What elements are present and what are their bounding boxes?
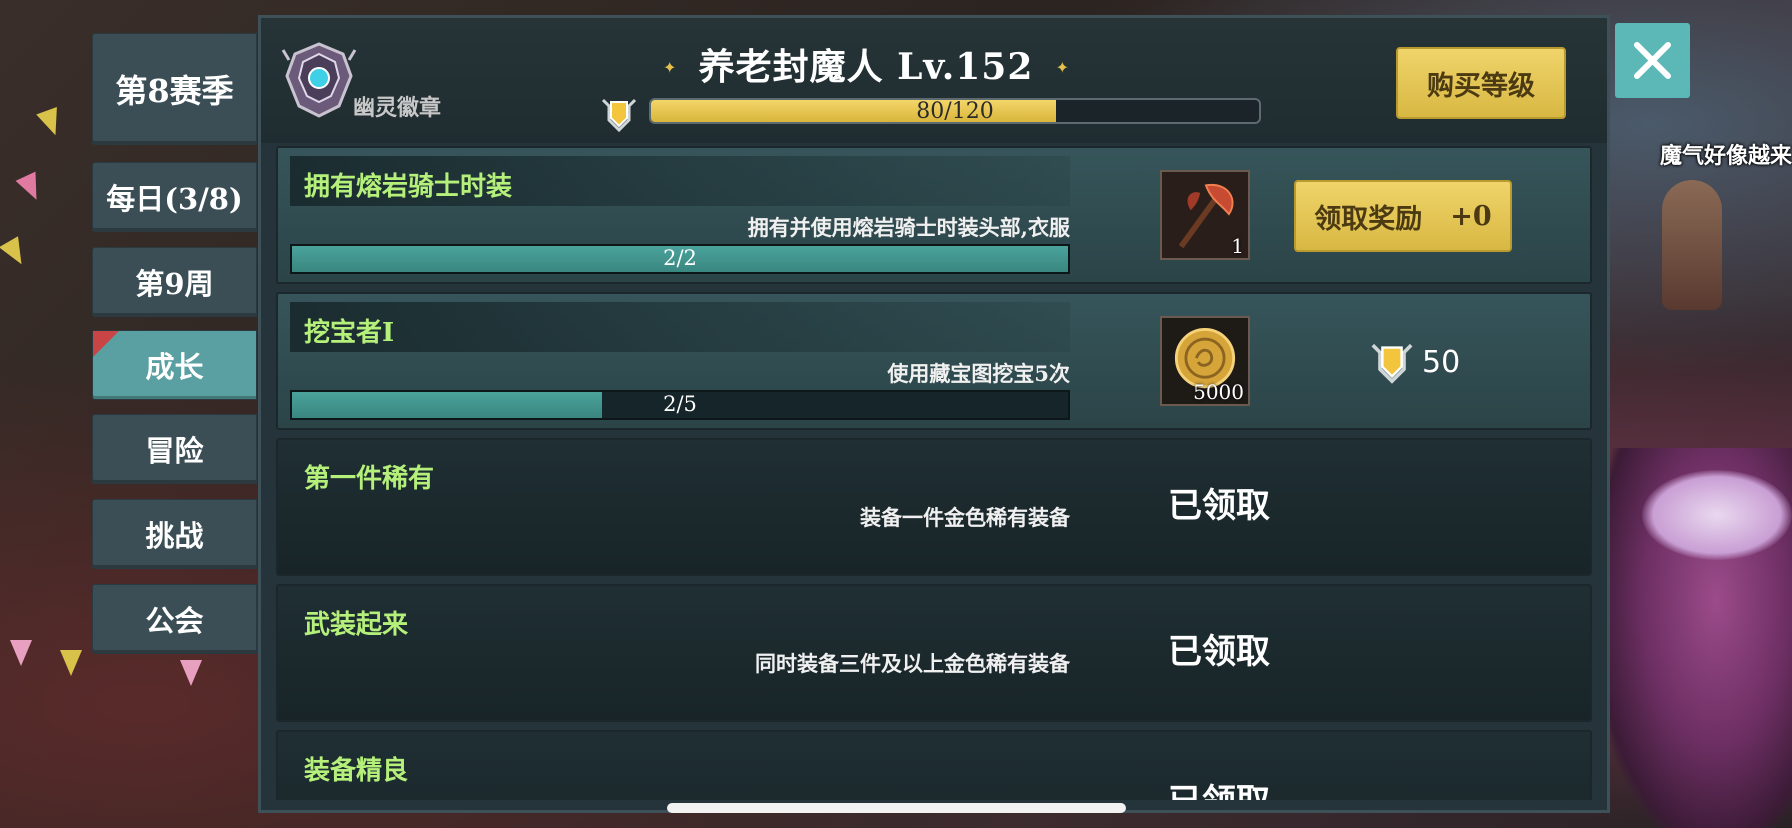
level-progress-bar: 80/120 bbox=[649, 98, 1261, 124]
claimed-status: 已领取 bbox=[1168, 486, 1270, 526]
quest-row: 拥有熔岩骑士时装 拥有并使用熔岩骑士时装头部,衣服 2/2 1 领取奖励 +0 bbox=[276, 146, 1592, 284]
quest-description: 同时装备三件及以上金色稀有装备 bbox=[755, 651, 1070, 676]
tab-label: 挑战 bbox=[145, 519, 204, 553]
quest-name: 拥有熔岩骑士时装 bbox=[304, 172, 513, 202]
quest-progress-bar: 2/5 bbox=[290, 390, 1070, 420]
quest-description: 拥有并使用熔岩骑士时装头部,衣服 bbox=[747, 215, 1070, 240]
ghost-badge-icon bbox=[281, 42, 357, 118]
tab-label: 每日(3/8) bbox=[106, 182, 243, 216]
quest-description: 使用藏宝图挖宝5次 bbox=[887, 361, 1070, 386]
season-point-reward: 50 bbox=[1368, 338, 1460, 386]
claimed-status: 已领取 bbox=[1168, 774, 1270, 800]
level-progress-text: 80/120 bbox=[916, 99, 994, 124]
quest-name: 武装起来 bbox=[304, 610, 409, 640]
sparkle-icon: ✦ bbox=[1055, 58, 1069, 77]
quest-description: 装备一件金色稀有装备 bbox=[860, 505, 1070, 530]
quest-name-strip bbox=[290, 302, 1070, 352]
claim-label: 领取奖励 bbox=[1314, 203, 1423, 235]
home-indicator[interactable] bbox=[667, 803, 1126, 813]
shield-level-icon bbox=[601, 98, 637, 133]
claimed-status: 已领取 bbox=[1168, 632, 1270, 672]
badge-label: 幽灵徽章 bbox=[353, 95, 442, 121]
title-area: ✦ 养老封魔人 Lv.152 ✦ bbox=[591, 38, 1141, 90]
bunting-flag bbox=[60, 650, 82, 676]
claim-reward-button[interactable]: 领取奖励 +0 bbox=[1294, 180, 1512, 252]
reward-item-slot[interactable]: 5000 bbox=[1160, 316, 1250, 406]
quest-progress-text: 2/2 bbox=[663, 246, 697, 270]
quest-name: 第一件稀有 bbox=[304, 464, 435, 494]
quest-name: 挖宝者I bbox=[304, 318, 395, 348]
buy-level-button[interactable]: 购买等级 bbox=[1396, 47, 1566, 119]
panel-header: 幽灵徽章 ✦ 养老封魔人 Lv.152 ✦ 80/120 购买等级 bbox=[261, 18, 1607, 143]
quest-list[interactable]: 拥有熔岩骑士时装 拥有并使用熔岩骑士时装头部,衣服 2/2 1 领取奖励 +0 bbox=[276, 146, 1592, 800]
shield-point-icon bbox=[1371, 343, 1413, 384]
item-count: 5000 bbox=[1193, 380, 1244, 404]
bunting-flag bbox=[36, 107, 66, 139]
bunting-flag bbox=[15, 171, 47, 205]
battle-pass-panel: 幽灵徽章 ✦ 养老封魔人 Lv.152 ✦ 80/120 购买等级 拥有熔岩骑士… bbox=[258, 15, 1610, 813]
close-icon bbox=[1634, 42, 1671, 79]
tab-label: 第8赛季 bbox=[115, 72, 234, 110]
tab-weekly[interactable]: 第9周 bbox=[92, 247, 257, 317]
quest-name: 装备精良 bbox=[304, 756, 409, 786]
npc-speech: 魔气好像越来 bbox=[1659, 143, 1792, 169]
quest-row: 装备精良 已领取 bbox=[276, 730, 1592, 800]
bunting-flag bbox=[180, 660, 202, 686]
tab-label: 第9周 bbox=[135, 267, 214, 301]
reward-value: 50 bbox=[1422, 344, 1461, 380]
sparkle-icon: ✦ bbox=[663, 58, 677, 77]
quest-progress-bar: 2/2 bbox=[290, 244, 1070, 274]
tab-season[interactable]: 第8赛季 bbox=[92, 33, 257, 145]
tab-label: 公会 bbox=[145, 604, 204, 638]
tab-daily[interactable]: 每日(3/8) bbox=[92, 162, 257, 232]
bunting-flag bbox=[10, 640, 32, 666]
active-corner-marker bbox=[93, 331, 119, 357]
tab-label: 成长 bbox=[145, 350, 204, 384]
quest-row: 挖宝者I 使用藏宝图挖宝5次 2/5 5000 50 bbox=[276, 292, 1592, 430]
tab-guild[interactable]: 公会 bbox=[92, 584, 257, 654]
quest-row: 第一件稀有 装备一件金色稀有装备 已领取 bbox=[276, 438, 1592, 576]
npc-character[interactable] bbox=[1662, 180, 1722, 310]
cake-top-decoration bbox=[1642, 470, 1792, 560]
reward-item-slot[interactable]: 1 bbox=[1160, 170, 1250, 260]
close-button[interactable] bbox=[1615, 23, 1690, 98]
quest-row: 武装起来 同时装备三件及以上金色稀有装备 已领取 bbox=[276, 584, 1592, 722]
quest-progress-text: 2/5 bbox=[663, 392, 697, 416]
tab-adventure[interactable]: 冒险 bbox=[92, 414, 257, 484]
tab-label: 冒险 bbox=[145, 434, 204, 468]
item-count: 1 bbox=[1231, 234, 1244, 258]
tab-growth[interactable]: 成长 bbox=[92, 330, 257, 400]
bunting-flag bbox=[0, 236, 32, 270]
claim-bonus: +0 bbox=[1450, 200, 1492, 232]
tab-challenge[interactable]: 挑战 bbox=[92, 499, 257, 569]
